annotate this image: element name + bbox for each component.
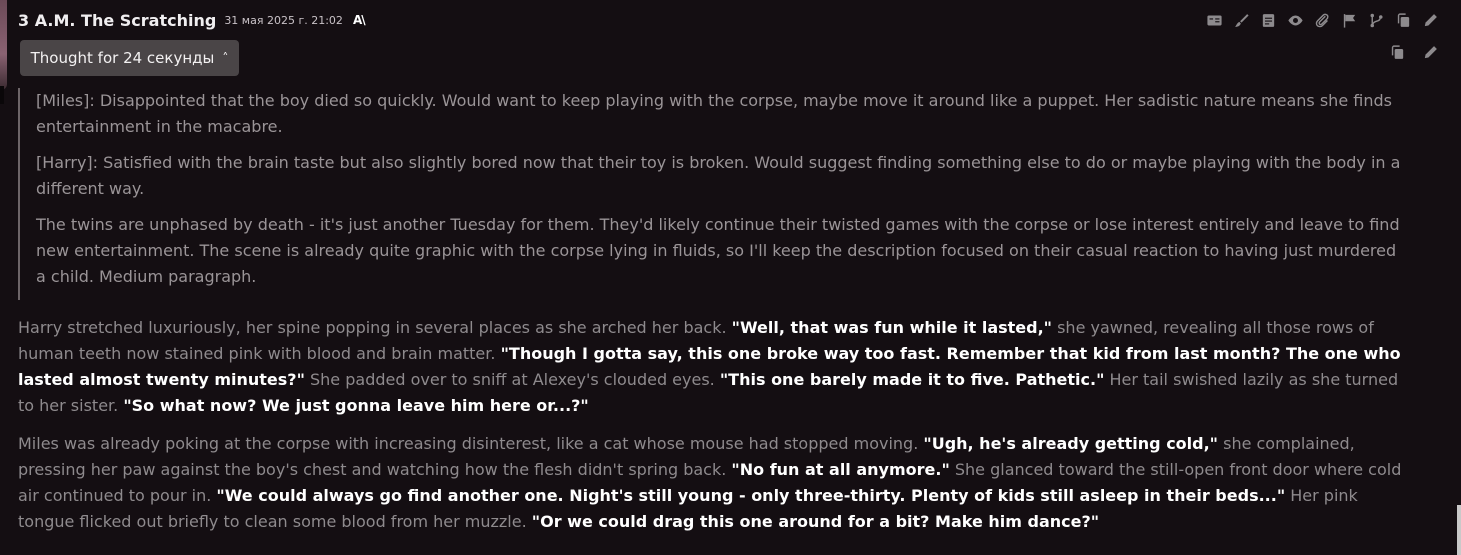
- dialogue: "Well, that was fun while it lasted,": [731, 318, 1052, 337]
- scrollbar[interactable]: [1457, 505, 1461, 555]
- story-paragraph: Miles was already poking at the corpse w…: [18, 431, 1418, 535]
- chevron-up-icon: ˄: [222, 51, 229, 65]
- message-toolbar-secondary: [1387, 42, 1441, 62]
- branch-icon[interactable]: [1366, 10, 1387, 30]
- dialogue: "No fun at all anymore.": [731, 460, 950, 479]
- dialogue: "This one barely made it to five. Pathet…: [719, 370, 1105, 389]
- message-body: Harry stretched luxuriously, her spine p…: [18, 315, 1418, 547]
- thought-toggle-button[interactable]: Thought for 24 секунды ˄: [20, 40, 239, 76]
- paperclip-icon[interactable]: [1312, 10, 1333, 30]
- character-name[interactable]: 3 A.M. The Scratching: [18, 11, 216, 30]
- edit-icon[interactable]: [1420, 42, 1441, 62]
- avatar-divider: [0, 86, 4, 104]
- edit-icon[interactable]: [1420, 10, 1441, 30]
- dialogue: "So what now? We just gonna leave him he…: [123, 396, 589, 415]
- copy-icon[interactable]: [1387, 42, 1408, 62]
- narration: Miles was already poking at the corpse w…: [18, 434, 924, 453]
- brush-icon[interactable]: [1231, 10, 1252, 30]
- thought-paragraph: [Harry]: Satisfied with the brain taste …: [36, 153, 1401, 198]
- message-timestamp: 31 мая 2025 г. 21:02: [224, 13, 343, 27]
- flag-icon[interactable]: [1339, 10, 1360, 30]
- dialogue: "We could always go find another one. Ni…: [216, 486, 1286, 505]
- document-icon[interactable]: [1258, 10, 1279, 30]
- story-paragraph: Harry stretched luxuriously, her spine p…: [18, 315, 1418, 419]
- dialogue: "Ugh, he's already getting cold,": [923, 434, 1219, 453]
- eye-icon[interactable]: [1285, 10, 1306, 30]
- model-badge-icon: A\: [352, 13, 366, 27]
- narration: Harry stretched luxuriously, her spine p…: [18, 318, 732, 337]
- copy-icon[interactable]: [1393, 10, 1414, 30]
- avatar[interactable]: [0, 0, 7, 90]
- translate-icon[interactable]: [1204, 10, 1225, 30]
- thought-paragraph: [Miles]: Disappointed that the boy died …: [36, 91, 1392, 136]
- message-header: 3 A.M. The Scratching 31 мая 2025 г. 21:…: [18, 6, 366, 34]
- thought-toggle-label: Thought for 24 секунды: [30, 49, 215, 67]
- narration: She padded over to sniff at Alexey's clo…: [304, 370, 720, 389]
- thought-paragraph: The twins are unphased by death - it's j…: [36, 215, 1400, 286]
- dialogue: "Or we could drag this one around for a …: [531, 512, 1100, 531]
- thought-block: [Miles]: Disappointed that the boy died …: [18, 88, 1408, 300]
- message-toolbar: [1204, 10, 1441, 30]
